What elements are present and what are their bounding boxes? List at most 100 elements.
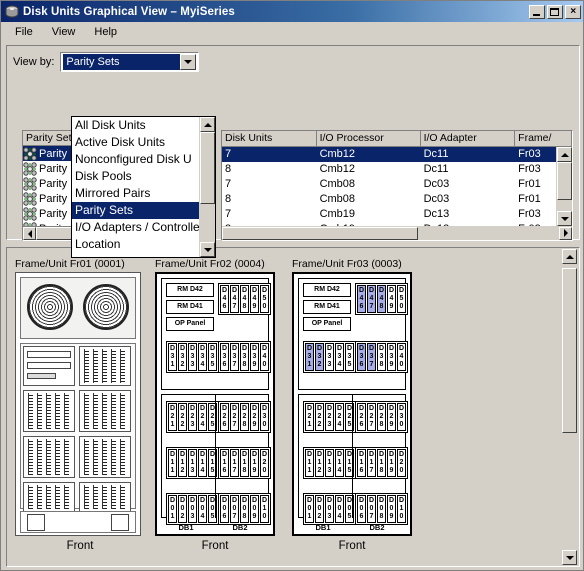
table-row[interactable]: 7 Cmb12 Dc11 Fr03	[222, 147, 572, 162]
view-by-dropdown-list[interactable]: All Disk Units Active Disk Units Nonconfig…	[71, 116, 216, 258]
view-scroll-up-button[interactable]	[562, 249, 577, 264]
dropdown-scroll-down-button[interactable]	[200, 242, 215, 257]
disk-slot[interactable]: D32	[178, 343, 187, 371]
disk-slot[interactable]: D29	[250, 403, 259, 431]
dropdown-item[interactable]: All Disk Units	[72, 117, 199, 134]
disk-slot[interactable]: D07	[367, 495, 376, 523]
chevron-down-icon[interactable]	[180, 54, 197, 70]
disk-slot[interactable]: D39	[387, 343, 396, 371]
disk-slot[interactable]: D20	[397, 449, 406, 477]
graphical-view-vscrollbar[interactable]	[562, 249, 578, 565]
disk-slot[interactable]: D40	[397, 343, 406, 371]
disk-slot[interactable]: D13	[188, 449, 197, 477]
menu-view[interactable]: View	[44, 24, 84, 40]
disk-slot[interactable]: D10	[260, 495, 269, 523]
view-scroll-thumb[interactable]	[562, 268, 577, 433]
disk-slot[interactable]: D26	[357, 403, 366, 431]
dropdown-scroll-up-button[interactable]	[200, 117, 215, 132]
disk-slot[interactable]: D16	[357, 449, 366, 477]
disk-slot[interactable]: D27	[230, 403, 239, 431]
disk-slot[interactable]: D23	[188, 403, 197, 431]
disk-slot[interactable]: D26	[220, 403, 229, 431]
disk-slot[interactable]: D06	[220, 495, 229, 523]
scroll-down-button[interactable]	[557, 211, 572, 226]
table-vscroll-thumb[interactable]	[557, 162, 572, 200]
frame-module[interactable]: RM D42	[303, 283, 351, 297]
disk-slot[interactable]: D14	[335, 449, 344, 477]
disk-slot[interactable]: D12	[178, 449, 187, 477]
disk-slot[interactable]: D46	[357, 285, 366, 313]
disk-slot[interactable]: D49	[250, 285, 259, 313]
disk-slot[interactable]: D50	[397, 285, 406, 313]
dropdown-item[interactable]: Disk Pools	[72, 168, 199, 185]
dropdown-item[interactable]: Nonconfigured Disk U	[72, 151, 199, 168]
disk-slot[interactable]: D47	[367, 285, 376, 313]
table-hscroll-thumb[interactable]	[222, 226, 418, 240]
dropdown-scroll-thumb[interactable]	[200, 132, 215, 204]
disk-slot[interactable]: D36	[357, 343, 366, 371]
dropdown-scroll-track[interactable]	[200, 132, 215, 242]
maximize-button[interactable]	[547, 4, 563, 19]
disk-slot[interactable]: D17	[367, 449, 376, 477]
dropdown-item[interactable]: Mirrored Pairs	[72, 185, 199, 202]
disk-slot[interactable]: D40	[260, 343, 269, 371]
disk-slot[interactable]: D38	[240, 343, 249, 371]
frame-fr03[interactable]: Frame/Unit Fr03 (0003) RM D42 RM D41 OP Pan…	[292, 258, 412, 552]
disk-slot[interactable]: D11	[168, 449, 177, 477]
table-hscroll-track[interactable]	[418, 226, 559, 240]
disk-slot[interactable]: D31	[305, 343, 314, 371]
disk-slot[interactable]: D48	[240, 285, 249, 313]
table-column-header[interactable]: I/O Adapter	[420, 131, 516, 147]
dropdown-scrollbar[interactable]	[199, 117, 215, 257]
table-row[interactable]: 8 Cmb12 Dc11 Fr03	[222, 162, 572, 177]
disk-slot[interactable]: D24	[335, 403, 344, 431]
disk-slot[interactable]: D18	[377, 449, 386, 477]
view-scroll-track[interactable]	[562, 264, 578, 550]
disk-slot[interactable]: D06	[357, 495, 366, 523]
table-vscrollbar[interactable]	[556, 147, 572, 226]
disk-slot[interactable]: D02	[178, 495, 187, 523]
disk-slot[interactable]: D30	[260, 403, 269, 431]
table-hscrollbar[interactable]	[222, 226, 572, 240]
disk-slot[interactable]: D28	[377, 403, 386, 431]
disk-slot[interactable]: D50	[260, 285, 269, 313]
disk-slot[interactable]: D37	[367, 343, 376, 371]
disk-slot[interactable]: D17	[230, 449, 239, 477]
table-column-header[interactable]: Frame/	[515, 131, 572, 147]
close-button[interactable]: ×	[565, 4, 581, 19]
frame-module[interactable]: OP Panel	[166, 317, 214, 331]
scroll-right-button[interactable]	[559, 226, 572, 240]
disk-slot[interactable]: D21	[168, 403, 177, 431]
menu-file[interactable]: File	[7, 24, 41, 40]
parity-list-hscroll-thumb[interactable]	[36, 227, 74, 240]
disk-slot[interactable]: D22	[178, 403, 187, 431]
disk-slot[interactable]: D36	[220, 343, 229, 371]
disk-slot[interactable]: D16	[220, 449, 229, 477]
disk-slot[interactable]: D35	[345, 343, 354, 371]
disk-slot[interactable]: D38	[377, 343, 386, 371]
disk-slot[interactable]: D19	[250, 449, 259, 477]
disk-slot[interactable]: D14	[198, 449, 207, 477]
dropdown-item[interactable]: Active Disk Units	[72, 134, 199, 151]
disk-slot[interactable]: D13	[325, 449, 334, 477]
disk-slot[interactable]: D33	[188, 343, 197, 371]
disk-slot[interactable]: D01	[168, 495, 177, 523]
disk-units-table[interactable]: Disk Units I/O Processor I/O Adapter Frame/…	[221, 130, 573, 241]
disk-slot[interactable]: D28	[240, 403, 249, 431]
disk-slot[interactable]: D27	[367, 403, 376, 431]
disk-slot[interactable]: D09	[250, 495, 259, 523]
dropdown-item[interactable]: Parity Sets	[72, 202, 199, 219]
disk-slot[interactable]: D48	[377, 285, 386, 313]
disk-slot[interactable]: D46	[220, 285, 229, 313]
disk-slot[interactable]: D39	[250, 343, 259, 371]
disk-slot[interactable]: D32	[315, 343, 324, 371]
disk-slot[interactable]: D29	[387, 403, 396, 431]
disk-slot[interactable]: D09	[387, 495, 396, 523]
disk-slot[interactable]: D11	[305, 449, 314, 477]
disk-slot[interactable]: D21	[305, 403, 314, 431]
disk-slot[interactable]: D24	[198, 403, 207, 431]
disk-slot[interactable]: D18	[240, 449, 249, 477]
disk-slot[interactable]: D33	[325, 343, 334, 371]
dropdown-item[interactable]: I/O Adapters / Controlle	[72, 219, 199, 236]
frame-fr02[interactable]: Frame/Unit Fr02 (0004) RM D42 RM D41 OP Pan…	[155, 258, 275, 552]
